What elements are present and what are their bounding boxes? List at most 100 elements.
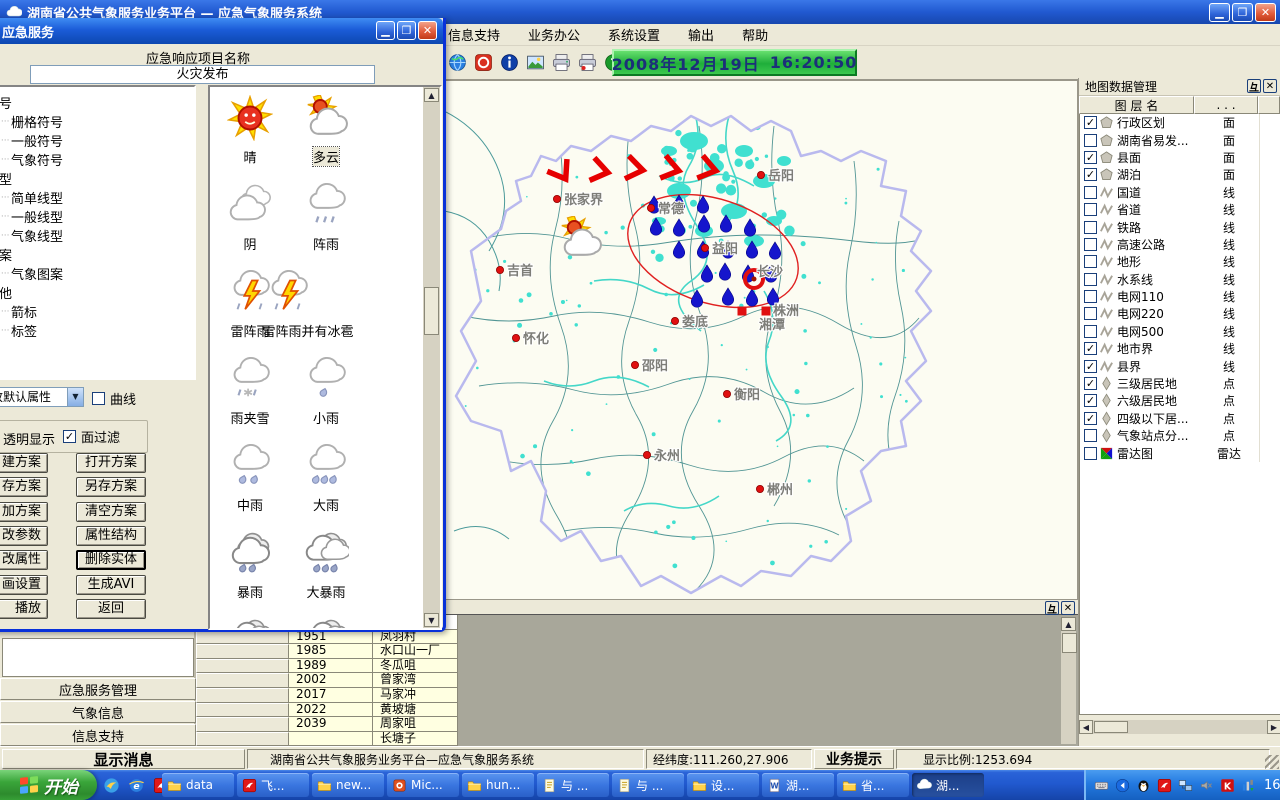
face-filter-checkbox-row[interactable]: ✓ 面过滤 [63, 427, 120, 446]
layer-checkbox[interactable]: ✓ [1084, 377, 1097, 390]
layer-row-国道[interactable]: 国道线 [1080, 184, 1280, 201]
table-row[interactable]: 2039周家咀 [196, 717, 458, 732]
taskbar-button-new...[interactable]: new... [312, 773, 384, 797]
table-row[interactable]: 2017马家冲 [196, 688, 458, 703]
kaspersky-tray-icon[interactable]: K [1218, 776, 1237, 795]
symbol-多云[interactable]: 多云 [288, 95, 364, 166]
tree-item-8[interactable]: 图案 [0, 245, 194, 264]
city-marker-张家界[interactable]: 张家界 [553, 192, 603, 208]
layer-row-电网220[interactable]: 电网220线 [1080, 305, 1280, 322]
menu-item-1[interactable]: 业务办公 [528, 23, 594, 46]
tree-item-3[interactable]: ····气象符号 [0, 150, 194, 169]
table-row[interactable]: 长塘子 [196, 732, 458, 747]
tree-item-0[interactable]: 符号 [0, 93, 194, 112]
event-square-marker[interactable] [738, 307, 747, 316]
tree-item-1[interactable]: ····栅格符号 [0, 112, 194, 131]
dialog-button-删除实体[interactable]: 删除实体 [76, 550, 146, 570]
layer-checkbox[interactable] [1084, 429, 1097, 442]
print2-icon[interactable] [578, 53, 597, 72]
rain-drop-marker[interactable] [767, 288, 779, 305]
bottom-scrollbar[interactable]: ▲ [1061, 617, 1076, 744]
symbol-大雨[interactable]: 大雨 [288, 443, 364, 514]
rain-drop-marker[interactable] [698, 215, 710, 232]
dialog-minimize-button[interactable]: ▁ [376, 21, 395, 40]
rain-drop-marker[interactable] [691, 290, 703, 307]
city-marker-衡阳[interactable]: 衡阳 [723, 387, 760, 403]
tree-item-5[interactable]: ····简单线型 [0, 188, 194, 207]
taskbar-button-与 ...[interactable]: 与 ... [537, 773, 609, 797]
layer-checkbox[interactable] [1084, 307, 1097, 320]
layer-checkbox[interactable] [1084, 290, 1097, 303]
layer-row-高速公路[interactable]: 高速公路线 [1080, 236, 1280, 253]
city-marker-株洲[interactable]: 株洲 [773, 303, 799, 319]
menu-item-3[interactable]: 输出 [688, 23, 728, 46]
resize-grip[interactable] [1265, 755, 1279, 769]
chevron-down-icon[interactable]: ▼ [67, 388, 83, 406]
network-tray-icon[interactable] [1176, 776, 1195, 795]
wind-arrow-icon[interactable] [627, 158, 644, 180]
layer-checkbox[interactable] [1084, 255, 1097, 268]
layer-checkbox[interactable] [1084, 273, 1097, 286]
tree-item-12[interactable]: ····标签 [0, 321, 194, 340]
rain-drop-marker[interactable] [719, 263, 731, 280]
rain-drop-marker[interactable] [673, 219, 685, 236]
taskbar-button-湖...[interactable]: W湖... [762, 773, 834, 797]
symbol-阵雨[interactable]: 阵雨 [288, 182, 364, 253]
tree-item-4[interactable]: 线型 [0, 169, 194, 188]
layer-checkbox[interactable] [1084, 238, 1097, 251]
tree-item-10[interactable]: 其他 [0, 283, 194, 302]
symbol-category-tree[interactable]: 符号····栅格符号····一般符号····气象符号线型····简单线型····… [0, 85, 196, 380]
close-icon[interactable]: ✕ [1263, 79, 1277, 93]
layer-row-省道[interactable]: 省道线 [1080, 201, 1280, 218]
dialog-button-存方案[interactable]: 存方案 [0, 477, 48, 497]
curve-checkbox[interactable] [92, 392, 105, 405]
dialog-button-另存方案[interactable]: 另存方案 [76, 477, 146, 497]
nav-button-信息支持[interactable]: 信息支持 [0, 724, 196, 746]
table-row[interactable]: 2002曾家湾 [196, 673, 458, 688]
image-icon[interactable] [526, 53, 545, 72]
window-close-button[interactable]: ✕ [1255, 3, 1276, 22]
symbol-雨夹雪[interactable]: 雨夹雪 [212, 356, 288, 427]
layer-checkbox[interactable]: ✓ [1084, 360, 1097, 373]
city-marker-吉首[interactable]: 吉首 [496, 263, 533, 279]
event-square-marker[interactable] [762, 307, 771, 316]
sidebar-list-box[interactable] [2, 638, 194, 677]
nav-button-气象信息[interactable]: 气象信息 [0, 701, 196, 723]
status-tip-button[interactable]: 业务提示 [814, 749, 894, 769]
layer-row-四级以下居...[interactable]: ✓四级以下居...点 [1080, 410, 1280, 427]
tree-item-7[interactable]: ····气象线型 [0, 226, 194, 245]
dialog-restore-button[interactable]: ❐ [397, 21, 416, 40]
layer-row-县面[interactable]: ✓县面面 [1080, 149, 1280, 166]
dialog-button-建方案[interactable]: 建方案 [0, 453, 48, 473]
globe-icon[interactable] [448, 53, 467, 72]
traffic-tray-icon[interactable] [1239, 776, 1258, 795]
mute-tray-icon[interactable] [1197, 776, 1216, 795]
layer-checkbox[interactable]: ✓ [1084, 151, 1097, 164]
status-message-button[interactable]: 显示消息 [2, 749, 245, 769]
layer-checkbox[interactable] [1084, 325, 1097, 338]
layer-checkbox[interactable] [1084, 186, 1097, 199]
dialog-close-button[interactable]: ✕ [418, 21, 437, 40]
layer-row-雷达图[interactable]: 雷达图雷达 [1080, 444, 1280, 461]
taskbar-button-hun...[interactable]: hun... [462, 773, 534, 797]
rain-drop-marker[interactable] [697, 196, 709, 213]
lang-tray-icon[interactable] [1113, 776, 1132, 795]
window-restore-button[interactable]: ❐ [1232, 3, 1253, 22]
info-icon[interactable] [500, 53, 519, 72]
qq-tray-icon[interactable] [1134, 776, 1153, 795]
taskbar-button-省...[interactable]: 省... [837, 773, 909, 797]
rain-drop-marker[interactable] [673, 241, 685, 258]
layer-extra-column-header[interactable] [1258, 96, 1280, 114]
layer-checkbox[interactable]: ✓ [1084, 394, 1097, 407]
dialog-button-生成AVI[interactable]: 生成AVI [76, 575, 146, 595]
station-table[interactable]: 1951凤羽村1985水口山一厂1989冬瓜咀2002曾家湾2017马家冲202… [196, 615, 458, 746]
symbol-阴[interactable]: 阴 [212, 182, 288, 253]
pin-icon[interactable]: 彑 [1247, 79, 1261, 93]
layer-row-地市界[interactable]: ✓地市界线 [1080, 340, 1280, 357]
layer-checkbox[interactable]: ✓ [1084, 342, 1097, 355]
layer-checkbox[interactable] [1084, 447, 1097, 460]
nav-button-应急服务管理[interactable]: 应急服务管理 [0, 678, 196, 700]
window-minimize-button[interactable]: ▁ [1209, 3, 1230, 22]
rain-drop-marker[interactable] [744, 219, 756, 236]
layer-checkbox[interactable]: ✓ [1084, 116, 1097, 129]
